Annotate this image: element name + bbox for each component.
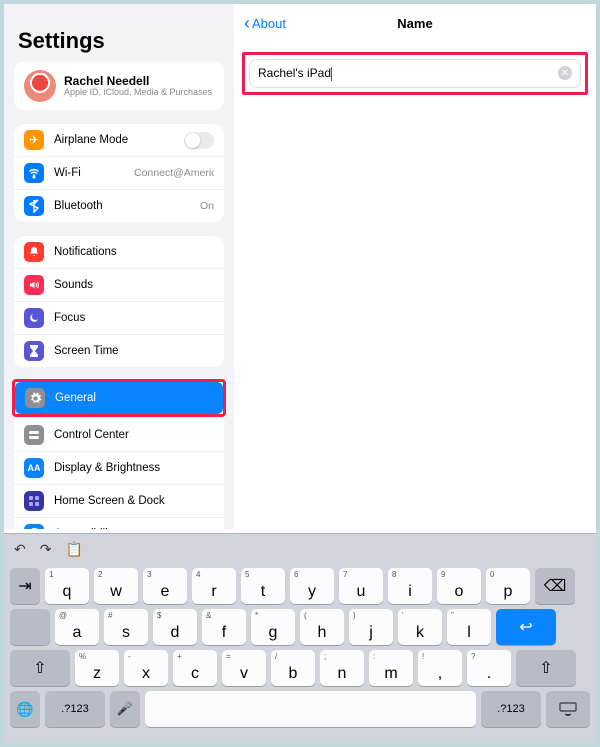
sidebar-item-homescreen[interactable]: Home Screen & Dock <box>14 484 224 517</box>
key-l[interactable]: "l <box>447 609 491 645</box>
settings-sidebar: Settings Rachel Needell Apple ID, iCloud… <box>4 4 234 529</box>
tab-key[interactable]: ⇥ <box>10 568 40 604</box>
text-size-icon: AA <box>24 458 44 478</box>
sidebar-item-screentime[interactable]: Screen Time <box>14 334 224 367</box>
key-r[interactable]: 4r <box>192 568 236 604</box>
sidebar-item-display[interactable]: AA Display & Brightness <box>14 451 224 484</box>
settings-title: Settings <box>18 28 220 54</box>
speaker-icon <box>24 275 44 295</box>
keyboard-row-1: ⇥ 1q2w3e4r5t6y7u8i9o0p ⌫ <box>10 568 590 604</box>
key-c[interactable]: +c <box>173 650 217 686</box>
hide-keyboard-key[interactable] <box>546 691 590 727</box>
key-b[interactable]: /b <box>271 650 315 686</box>
switches-icon <box>24 425 44 445</box>
key-f[interactable]: &f <box>202 609 246 645</box>
app-split-view: Settings Rachel Needell Apple ID, iCloud… <box>4 4 596 529</box>
profile-card[interactable]: Rachel Needell Apple ID, iCloud, Media &… <box>14 62 224 110</box>
key-a[interactable]: @a <box>55 609 99 645</box>
wifi-icon <box>24 163 44 183</box>
profile-name: Rachel Needell <box>64 74 212 88</box>
bluetooth-icon <box>24 196 44 216</box>
key-o[interactable]: 9o <box>437 568 481 604</box>
name-field-highlight: Rachel's iPad ✕ <box>242 52 588 95</box>
key-m[interactable]: :m <box>369 650 413 686</box>
sidebar-item-general[interactable]: General <box>15 382 223 414</box>
accessibility-icon <box>24 524 44 529</box>
key-u[interactable]: 7u <box>339 568 383 604</box>
moon-icon <box>24 308 44 328</box>
numbers-key-left[interactable]: .?123 <box>45 691 105 727</box>
grid-icon <box>24 491 44 511</box>
connectivity-group: ✈ Airplane Mode Wi-Fi Connect@AmericInn … <box>14 124 224 222</box>
detail-pane: ‹ About Name Rachel's iPad ✕ <box>234 4 596 529</box>
space-key[interactable] <box>145 691 476 727</box>
key-j[interactable]: )j <box>349 609 393 645</box>
display-group: Control Center AA Display & Brightness H… <box>14 419 224 529</box>
detail-header: ‹ About Name <box>234 4 596 42</box>
detail-title: Name <box>397 16 432 31</box>
backspace-key[interactable]: ⌫ <box>535 568 575 604</box>
back-button[interactable]: ‹ About <box>244 14 286 32</box>
text-cursor <box>331 67 332 81</box>
on-screen-keyboard: ↶ ↷ 📋 ⇥ 1q2w3e4r5t6y7u8i9o0p ⌫ @a#s$d&f*… <box>4 533 596 743</box>
key-i[interactable]: 8i <box>388 568 432 604</box>
general-highlight: General <box>12 379 226 417</box>
airplane-icon: ✈ <box>24 130 44 150</box>
clear-icon[interactable]: ✕ <box>558 66 572 80</box>
clipboard-icon[interactable]: 📋 <box>65 541 82 558</box>
sidebar-item-focus[interactable]: Focus <box>14 301 224 334</box>
key-,[interactable]: !, <box>418 650 462 686</box>
key-.[interactable]: ?. <box>467 650 511 686</box>
return-key[interactable]: ↩ <box>496 609 556 645</box>
profile-subtitle: Apple ID, iCloud, Media & Purchases <box>64 88 212 98</box>
key-p[interactable]: 0p <box>486 568 530 604</box>
sidebar-item-sounds[interactable]: Sounds <box>14 268 224 301</box>
key-z[interactable]: %z <box>75 650 119 686</box>
bell-icon <box>24 242 44 262</box>
sidebar-item-notifications[interactable]: Notifications <box>14 236 224 268</box>
redo-icon[interactable]: ↷ <box>40 541 52 558</box>
sidebar-item-accessibility[interactable]: Accessibility <box>14 517 224 529</box>
key-g[interactable]: *g <box>251 609 295 645</box>
undo-icon[interactable]: ↶ <box>14 541 26 558</box>
numbers-key-right[interactable]: .?123 <box>481 691 541 727</box>
gear-icon <box>25 388 45 408</box>
key-y[interactable]: 6y <box>290 568 334 604</box>
globe-key[interactable]: 🌐 <box>10 691 40 727</box>
sidebar-item-control-center[interactable]: Control Center <box>14 419 224 451</box>
key-w[interactable]: 2w <box>94 568 138 604</box>
key-k[interactable]: 'k <box>398 609 442 645</box>
key-h[interactable]: (h <box>300 609 344 645</box>
notifications-group: Notifications Sounds Focus Screen Time <box>14 236 224 367</box>
key-x[interactable]: -x <box>124 650 168 686</box>
dictation-key[interactable]: 🎤 <box>110 691 140 727</box>
key-e[interactable]: 3e <box>143 568 187 604</box>
keyboard-row-2: @a#s$d&f*g(h)j'k"l ↩ <box>10 609 590 645</box>
sidebar-item-airplane[interactable]: ✈ Airplane Mode <box>14 124 224 156</box>
sidebar-item-wifi[interactable]: Wi-Fi Connect@AmericInn <box>14 156 224 189</box>
key-d[interactable]: $d <box>153 609 197 645</box>
hourglass-icon <box>24 341 44 361</box>
caps-key[interactable] <box>10 609 50 645</box>
keyboard-row-4: 🌐 .?123 🎤 .?123 <box>10 691 590 727</box>
device-name-field[interactable]: Rachel's iPad ✕ <box>249 59 581 88</box>
device-name-input[interactable]: Rachel's iPad <box>258 66 558 81</box>
key-q[interactable]: 1q <box>45 568 89 604</box>
chevron-left-icon: ‹ <box>244 14 250 32</box>
key-s[interactable]: #s <box>104 609 148 645</box>
shift-key-right[interactable]: ⇧ <box>516 650 576 686</box>
avatar <box>24 70 56 102</box>
shift-key-left[interactable]: ⇧ <box>10 650 70 686</box>
key-v[interactable]: =v <box>222 650 266 686</box>
keyboard-toolbar: ↶ ↷ 📋 <box>4 534 596 564</box>
sidebar-item-bluetooth[interactable]: Bluetooth On <box>14 189 224 222</box>
key-n[interactable]: ;n <box>320 650 364 686</box>
keyboard-row-3: ⇧ %z-x+c=v/b;n:m!,?. ⇧ <box>10 650 590 686</box>
airplane-toggle[interactable] <box>184 132 214 149</box>
key-t[interactable]: 5t <box>241 568 285 604</box>
